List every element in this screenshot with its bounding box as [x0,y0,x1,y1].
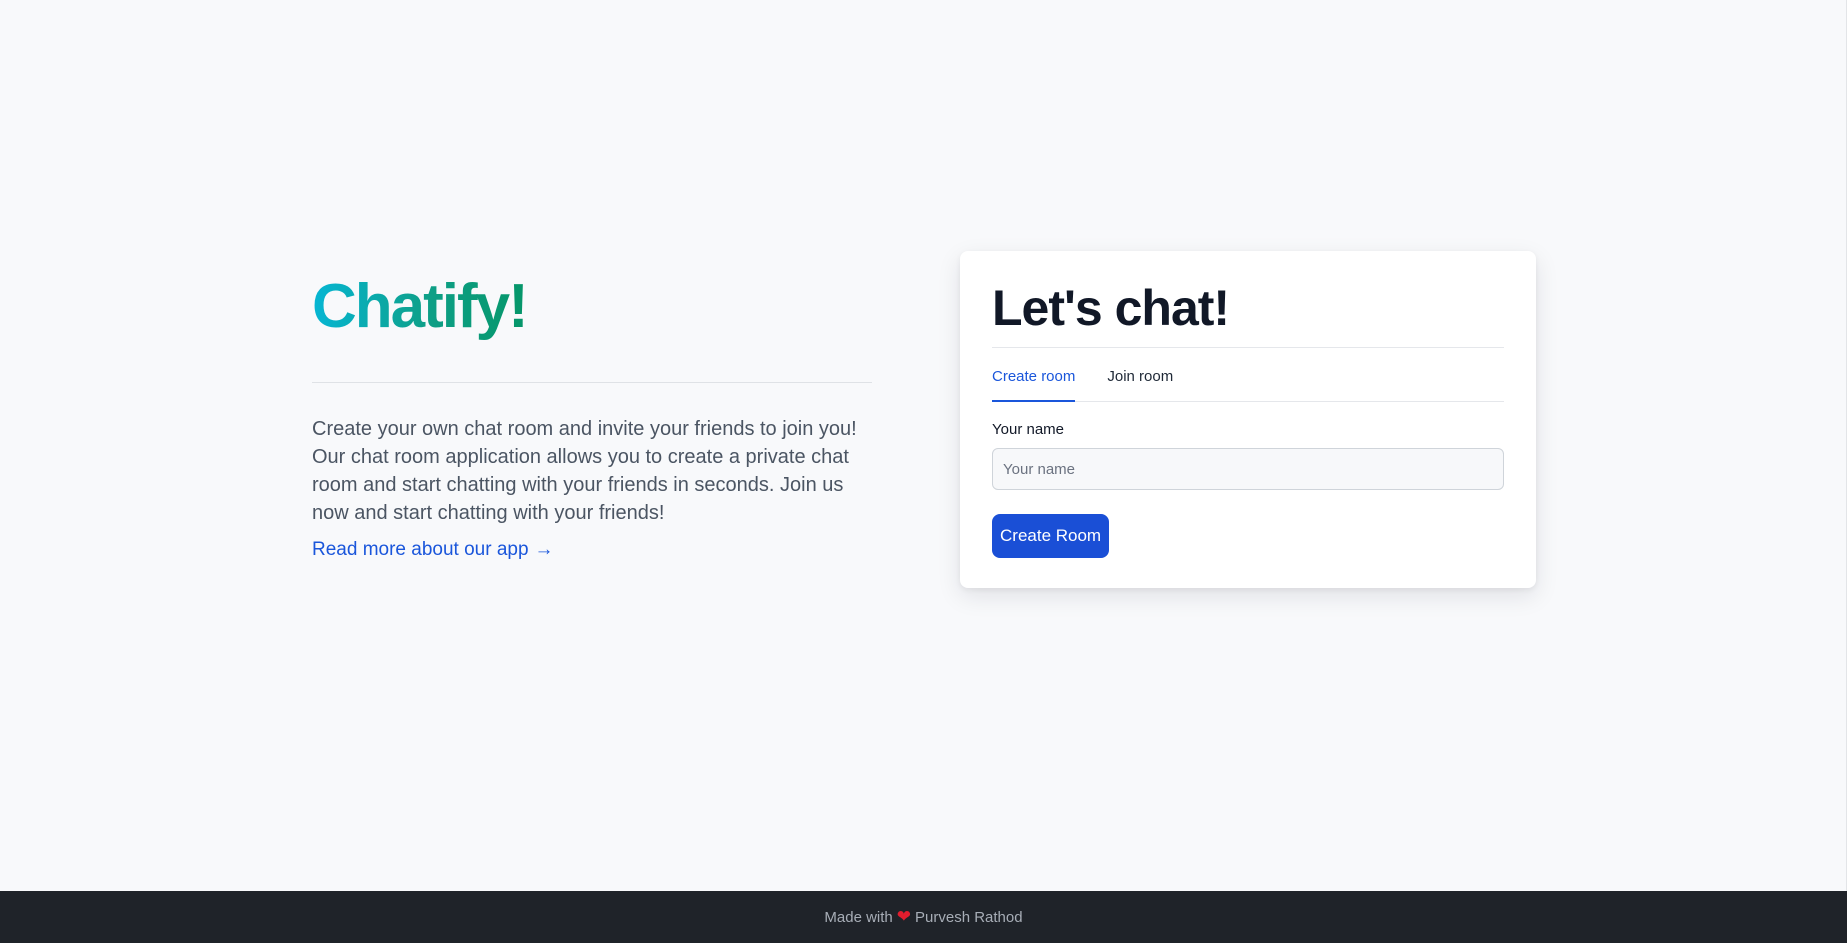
read-more-link[interactable]: Read more about our app → [312,537,554,563]
read-more-label: Read more about our app [312,539,529,560]
create-room-button[interactable]: Create Room [992,514,1110,558]
page: Chatify! Create your own chat room and i… [0,0,1847,943]
room-tabs: Create room Join room [992,348,1504,402]
name-field-label: Your name [992,421,1064,438]
tab-create-room[interactable]: Create room [992,348,1076,402]
footer-author: Purvesh Rathod [915,908,1023,926]
hero-description: Create your own chat room and invite you… [312,418,857,524]
arrow-right-icon: → [534,539,554,560]
name-input[interactable] [992,448,1504,490]
footer-prefix: Made with [824,908,893,926]
hero-divider [312,382,872,383]
hero-section: Chatify! Create your own chat room and i… [312,270,872,563]
card-title: Let's chat! [992,280,1230,336]
footer: Made with ❤ Purvesh Rathod [0,891,1847,943]
heart-icon: ❤ [896,907,912,926]
chat-card: Let's chat! Create room Join room Your n… [960,251,1536,588]
brand-title: Chatify! [312,270,529,344]
tab-join-room[interactable]: Join room [1107,348,1173,401]
